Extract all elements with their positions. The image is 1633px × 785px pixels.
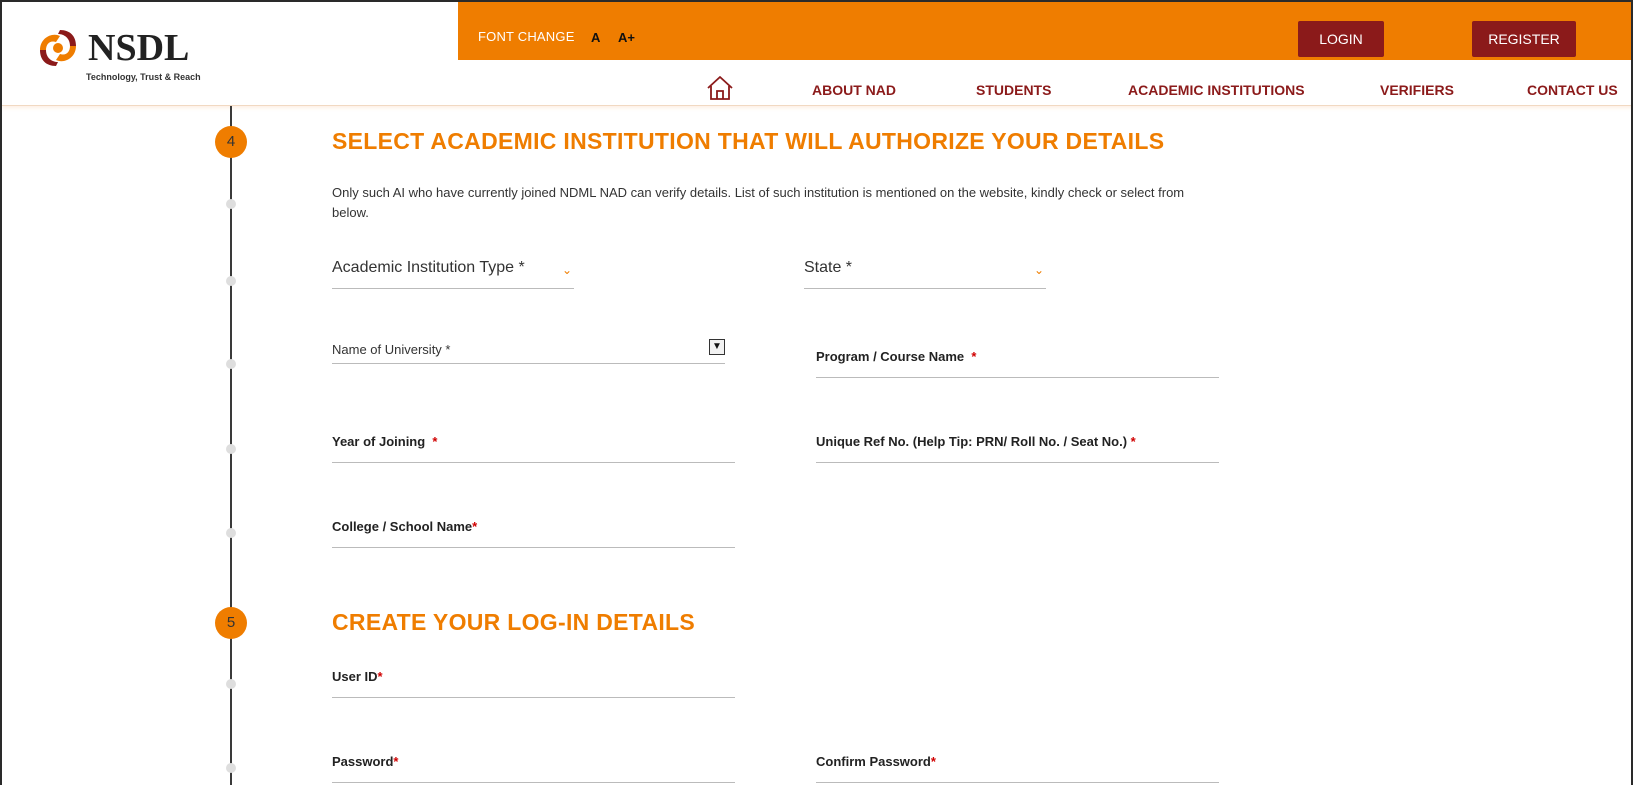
confirm-password-label: Confirm Password* [816,754,936,769]
program-course-label: Program / Course Name * [816,349,977,364]
step-4-badge: 4 [215,126,247,158]
step-4-title: SELECT ACADEMIC INSTITUTION THAT WILL AU… [332,128,1165,154]
nsdl-logo-icon [40,30,76,66]
program-course-field[interactable]: Program / Course Name * [816,348,1219,378]
nav-contact-us[interactable]: CONTACT US [1527,82,1618,98]
password-label: Password* [332,754,399,769]
user-id-label: User ID* [332,669,383,684]
state-select[interactable]: State * ⌄ [804,259,1046,289]
dropdown-arrow-icon[interactable]: ▼ [709,339,725,355]
nav-verifiers[interactable]: VERIFIERS [1380,82,1454,98]
timeline-dot [226,679,236,689]
timeline-dot [226,359,236,369]
year-of-joining-label: Year of Joining * [332,434,438,449]
unique-ref-field[interactable]: Unique Ref No. (Help Tip: PRN/ Roll No. … [816,433,1219,463]
step-5-badge: 5 [215,607,247,639]
timeline-dot [226,763,236,773]
home-icon[interactable] [706,75,734,101]
step-4-description: Only such AI who have currently joined N… [332,185,1185,220]
institution-type-label: Academic Institution Type * [332,259,525,276]
nsdl-logo[interactable]: NSDL Technology, Trust & Reach [32,24,212,84]
step-5-title: CREATE YOUR LOG-IN DETAILS [332,609,696,635]
timeline-dot [226,276,236,286]
register-button[interactable]: REGISTER [1472,21,1576,57]
university-label: Name of University * [332,342,451,357]
institution-type-select[interactable]: Academic Institution Type * ⌄ [332,259,574,289]
site-header: NSDL Technology, Trust & Reach FONT CHAN… [2,2,1631,106]
font-size-normal-button[interactable]: A [591,30,600,45]
font-change-label: FONT CHANGE [478,29,575,44]
logo-text: NSDL [88,27,190,69]
year-of-joining-field[interactable]: Year of Joining * [332,433,735,463]
timeline-dot [226,444,236,454]
college-school-label: College / School Name* [332,519,478,534]
login-button[interactable]: LOGIN [1298,21,1384,57]
logo-tagline: Technology, Trust & Reach [86,72,201,82]
font-size-increase-button[interactable]: A+ [618,30,635,45]
college-school-field[interactable]: College / School Name* [332,518,735,548]
nav-about-nad[interactable]: ABOUT NAD [812,82,896,98]
top-bar: FONT CHANGE A A+ LOGIN REGISTER [458,2,1631,60]
state-label: State * [804,259,853,276]
nav-academic-institutions[interactable]: ACADEMIC INSTITUTIONS [1128,82,1305,98]
password-field[interactable]: Password* [332,753,735,783]
user-id-field[interactable]: User ID* [332,668,735,698]
nav-students[interactable]: STUDENTS [976,82,1051,98]
page-frame: NSDL Technology, Trust & Reach FONT CHAN… [0,0,1633,785]
university-select[interactable]: Name of University * ▼ [332,339,725,364]
chevron-down-icon: ⌄ [1033,263,1044,277]
timeline-dot [226,528,236,538]
chevron-down-icon: ⌄ [561,263,572,277]
timeline-dot [226,199,236,209]
confirm-password-field[interactable]: Confirm Password* [816,753,1219,783]
unique-ref-label: Unique Ref No. (Help Tip: PRN/ Roll No. … [816,434,1136,449]
